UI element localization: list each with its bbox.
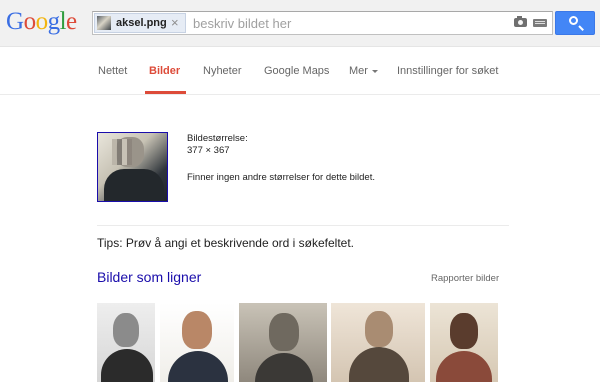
tips-text: Tips: Prøv å angi et beskrivende ord i s…	[97, 236, 354, 250]
search-box[interactable]: aksel.png ×	[92, 11, 553, 35]
similar-image-1[interactable]	[97, 303, 155, 382]
portrait-body	[168, 351, 228, 382]
tab-bilder[interactable]: Bilder	[149, 65, 180, 77]
chip-close-icon[interactable]: ×	[171, 15, 179, 30]
portrait-face	[365, 311, 393, 347]
report-images-link[interactable]: Rapporter bilder	[431, 273, 499, 284]
tab-nettet[interactable]: Nettet	[98, 65, 127, 77]
chip-filename: aksel.png	[116, 17, 167, 29]
chevron-down-icon	[371, 69, 378, 73]
top-bar: Google aksel.png ×	[0, 0, 600, 47]
image-size-label: Bildestørrelse:	[187, 133, 248, 144]
similar-image-3[interactable]	[239, 303, 327, 382]
tab-search-settings[interactable]: Innstillinger for søket	[397, 65, 498, 77]
similar-image-2[interactable]	[160, 303, 234, 382]
similar-images-link[interactable]: Bilder som ligner	[97, 269, 201, 285]
similar-image-4[interactable]	[331, 303, 425, 382]
query-image-thumbnail[interactable]	[97, 132, 168, 202]
google-logo[interactable]: Google	[6, 9, 77, 35]
portrait-body	[255, 353, 313, 382]
tab-mer-label: Mer	[349, 65, 368, 77]
portrait-body	[436, 351, 492, 382]
search-button[interactable]	[555, 11, 595, 35]
similar-image-5[interactable]	[430, 303, 498, 382]
image-chip[interactable]: aksel.png ×	[94, 13, 186, 33]
search-tabs: Nettet Bilder Nyheter Google Maps Mer In…	[0, 47, 600, 95]
portrait-body	[101, 349, 153, 382]
chip-thumbnail	[97, 16, 111, 30]
portrait-face	[113, 313, 139, 347]
divider	[97, 225, 509, 226]
keyboard-icon[interactable]	[533, 19, 547, 27]
portrait-face	[450, 313, 478, 349]
tab-nyheter[interactable]: Nyheter	[203, 65, 242, 77]
portrait-face	[269, 313, 299, 351]
image-size-value: 377 × 367	[187, 145, 230, 156]
tab-google-maps[interactable]: Google Maps	[264, 65, 329, 77]
portrait-body	[349, 347, 409, 382]
portrait-face	[182, 311, 212, 349]
search-input[interactable]	[193, 12, 503, 34]
thumb-shoulders	[104, 169, 164, 201]
thumb-pixelation	[112, 139, 132, 165]
tab-mer[interactable]: Mer	[349, 65, 378, 77]
active-tab-indicator	[145, 91, 186, 94]
no-other-sizes-text: Finner ingen andre størrelser for dette …	[187, 172, 375, 183]
search-icon	[569, 16, 578, 25]
camera-icon[interactable]	[514, 16, 527, 27]
